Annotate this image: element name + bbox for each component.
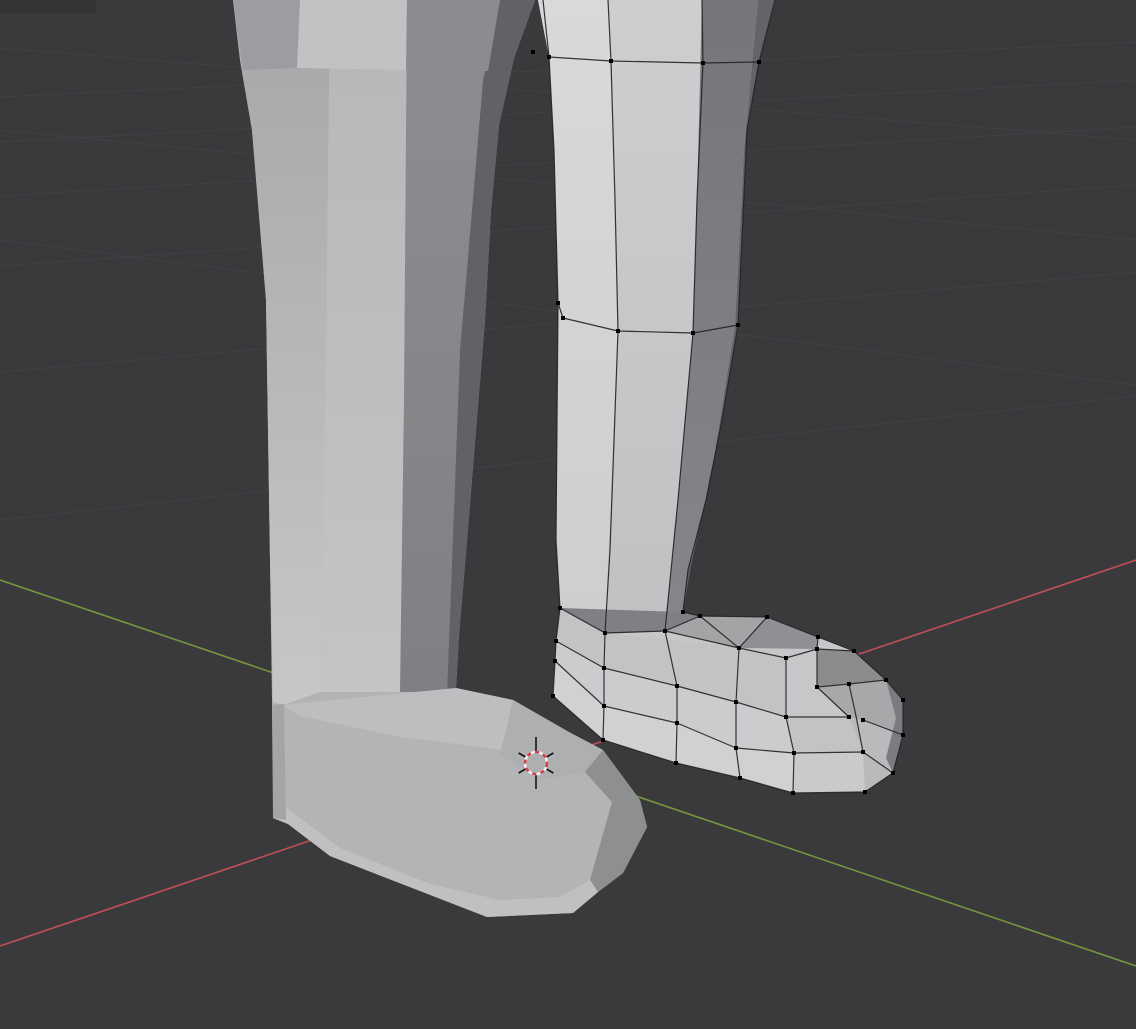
- mesh-vertex[interactable]: [601, 738, 605, 742]
- left-leg-topband-center[interactable]: [297, 0, 407, 70]
- mesh-vertex[interactable]: [551, 694, 555, 698]
- mesh-vertex[interactable]: [616, 329, 620, 333]
- mesh-vertex[interactable]: [792, 751, 796, 755]
- left-leg-topband-right[interactable]: [406, 0, 500, 71]
- mesh-vertex[interactable]: [734, 700, 738, 704]
- mesh-vertex[interactable]: [784, 656, 788, 660]
- mesh-vertex[interactable]: [901, 698, 905, 702]
- mesh-vertex[interactable]: [701, 61, 705, 65]
- right-foot-toe-quad2[interactable]: [793, 752, 865, 793]
- mesh-vertex[interactable]: [561, 316, 565, 320]
- mesh-vertex[interactable]: [602, 704, 606, 708]
- left-leg-facet-center[interactable]: [320, 0, 407, 692]
- mesh-vertex[interactable]: [791, 791, 795, 795]
- mesh-vertex[interactable]: [734, 746, 738, 750]
- mesh-vertex[interactable]: [531, 50, 535, 54]
- blender-3d-viewport[interactable]: [0, 0, 1136, 1029]
- mesh-vertex[interactable]: [757, 60, 761, 64]
- mesh-vertex[interactable]: [681, 610, 685, 614]
- mesh-vertex[interactable]: [861, 750, 865, 754]
- mesh-vertex[interactable]: [765, 615, 769, 619]
- mesh-vertex[interactable]: [553, 659, 557, 663]
- viewport-canvas[interactable]: [0, 0, 1136, 1029]
- mesh-vertex[interactable]: [554, 639, 558, 643]
- mesh-vertex[interactable]: [558, 606, 562, 610]
- mesh-vertex[interactable]: [736, 323, 740, 327]
- topleft-region-strip: [0, 0, 96, 13]
- mesh-vertex[interactable]: [784, 715, 788, 719]
- left-leg-topband-left[interactable]: [233, 0, 300, 70]
- mesh-vertex[interactable]: [691, 331, 695, 335]
- mesh-vertex[interactable]: [891, 771, 895, 775]
- mesh-vertex[interactable]: [675, 684, 679, 688]
- mesh-vertex[interactable]: [816, 635, 820, 639]
- mesh-vertex[interactable]: [884, 678, 888, 682]
- mesh-vertex[interactable]: [815, 685, 819, 689]
- mesh-vertex[interactable]: [847, 682, 851, 686]
- mesh-vertex[interactable]: [901, 733, 905, 737]
- mesh-vertex[interactable]: [815, 647, 819, 651]
- mesh-vertex[interactable]: [738, 776, 742, 780]
- mesh-vertex[interactable]: [602, 666, 606, 670]
- mesh-vertex[interactable]: [861, 718, 865, 722]
- mesh-vertex[interactable]: [737, 646, 741, 650]
- mesh-vertex[interactable]: [674, 761, 678, 765]
- mesh-vertex[interactable]: [603, 631, 607, 635]
- mesh-vertex[interactable]: [675, 721, 679, 725]
- mesh-vertex[interactable]: [663, 629, 667, 633]
- mesh-vertex[interactable]: [609, 59, 613, 63]
- left-foot-heel-strip[interactable]: [273, 704, 286, 820]
- mesh-vertex[interactable]: [556, 301, 560, 305]
- mesh-vertex[interactable]: [847, 715, 851, 719]
- mesh-vertex[interactable]: [547, 55, 551, 59]
- mesh-vertex[interactable]: [852, 649, 856, 653]
- mesh-vertex[interactable]: [698, 614, 702, 618]
- mesh-vertex[interactable]: [863, 790, 867, 794]
